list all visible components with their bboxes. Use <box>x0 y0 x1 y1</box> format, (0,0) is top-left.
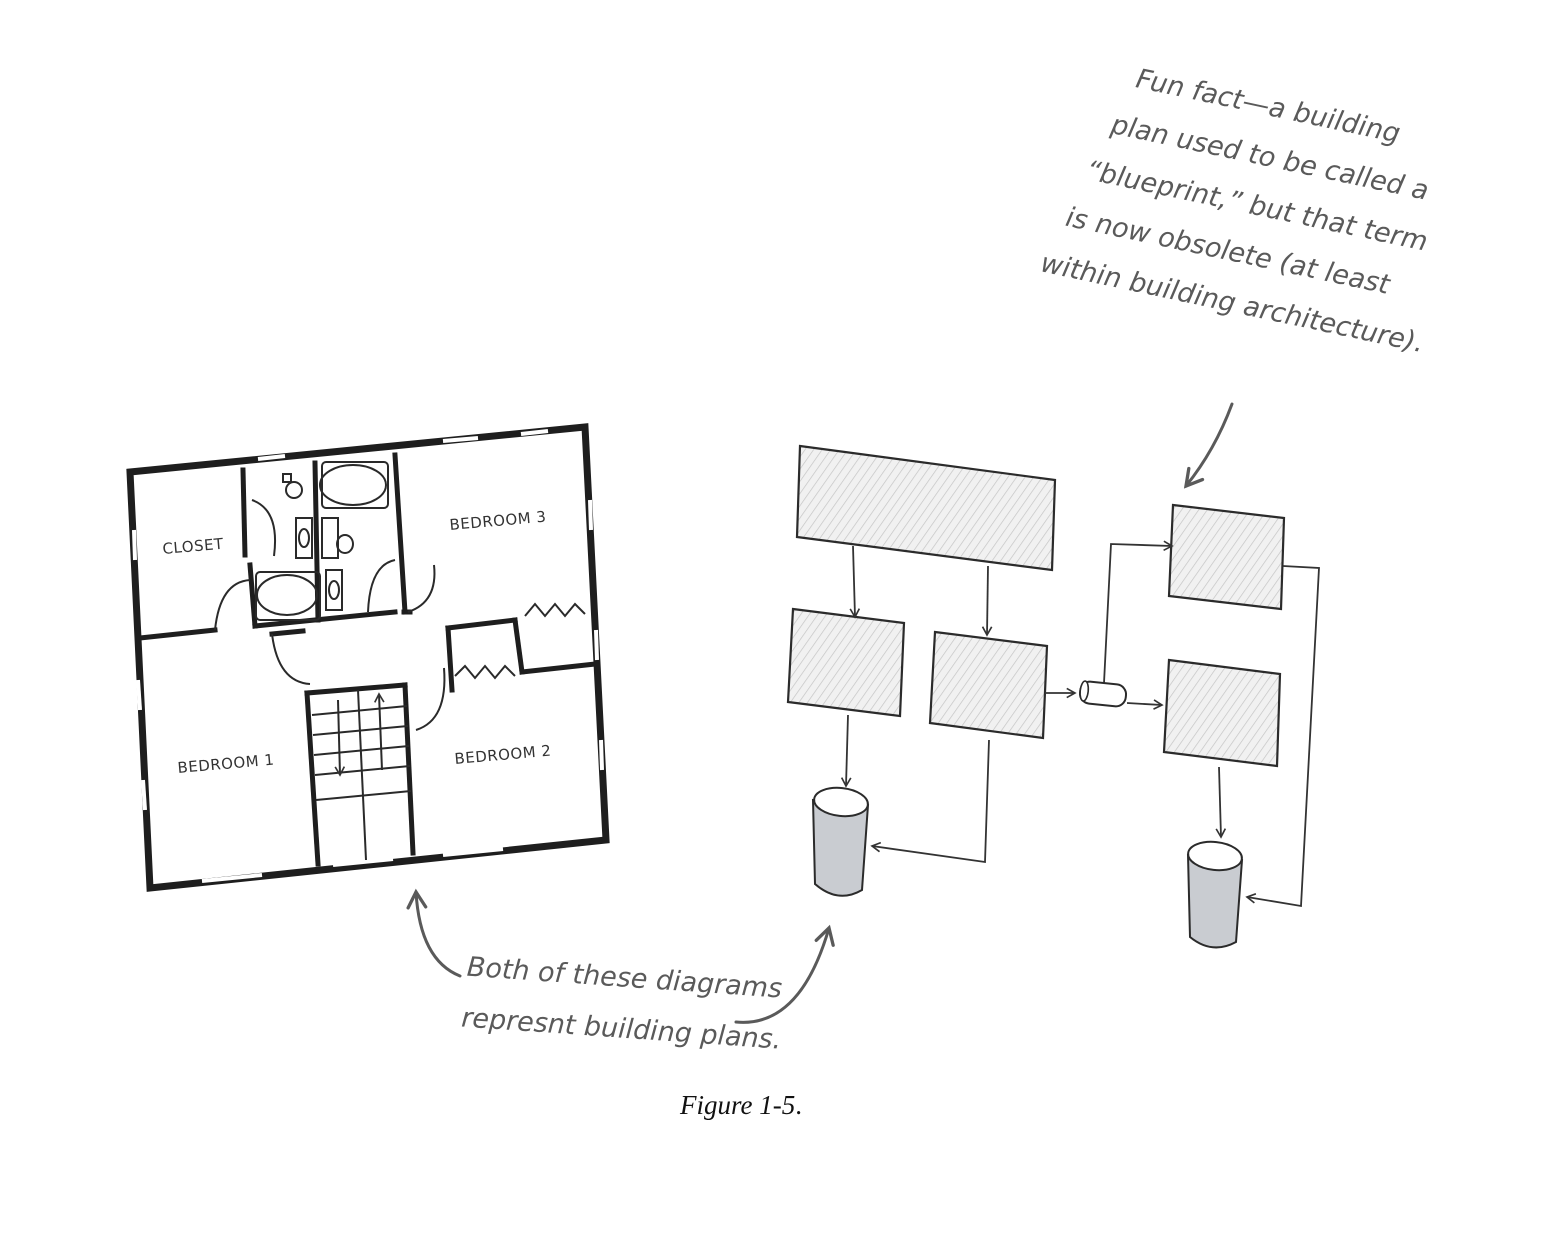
outer-wall <box>126 423 610 892</box>
doors <box>214 499 446 731</box>
figure-caption-period: . <box>795 1090 802 1120</box>
fun-fact-arrow <box>1183 402 1234 489</box>
both-note-arrow-left <box>406 888 462 978</box>
database-cylinder-right <box>1186 840 1244 949</box>
database-cylinder-left <box>811 786 870 897</box>
room-label-bedroom-2: BEDROOM 2 <box>454 742 552 768</box>
both-note-line-2: represnt building plans. <box>460 1002 782 1055</box>
room-label-bedroom-3: BEDROOM 3 <box>449 508 547 534</box>
room-label-bedroom-1: BEDROOM 1 <box>177 751 275 777</box>
diagram-box-upper-right <box>1167 503 1286 611</box>
diagram-box-top <box>795 444 1057 572</box>
figure-caption-label: Figure 1-5 <box>679 1090 795 1120</box>
diagram-box-middle <box>928 630 1049 740</box>
both-diagrams-note: Both of these diagrams represnt building… <box>460 952 783 1056</box>
closet-zigzag <box>524 602 586 618</box>
bathtub <box>256 574 318 616</box>
fun-fact-note: Fun fact—a building plan used to be call… <box>1038 63 1431 359</box>
room-label-closet: CLOSET <box>162 535 225 558</box>
figure-caption: Figure 1-5. <box>679 1090 802 1120</box>
queue-connector <box>1078 680 1128 708</box>
windows <box>132 429 604 883</box>
box-diagram <box>786 444 1320 949</box>
stairs <box>311 689 412 861</box>
figure-canvas: CLOSET BEDROOM 3 BEDROOM 1 BEDROOM 2 Fun… <box>126 63 1431 1120</box>
diagram-box-lower-right <box>1162 658 1282 768</box>
both-note-line-1: Both of these diagrams <box>466 952 783 1005</box>
bathtub <box>319 464 387 506</box>
diagram-box-left <box>786 607 906 718</box>
closet-zigzag <box>454 664 516 680</box>
floor-plan: CLOSET BEDROOM 3 BEDROOM 1 BEDROOM 2 <box>126 423 610 892</box>
